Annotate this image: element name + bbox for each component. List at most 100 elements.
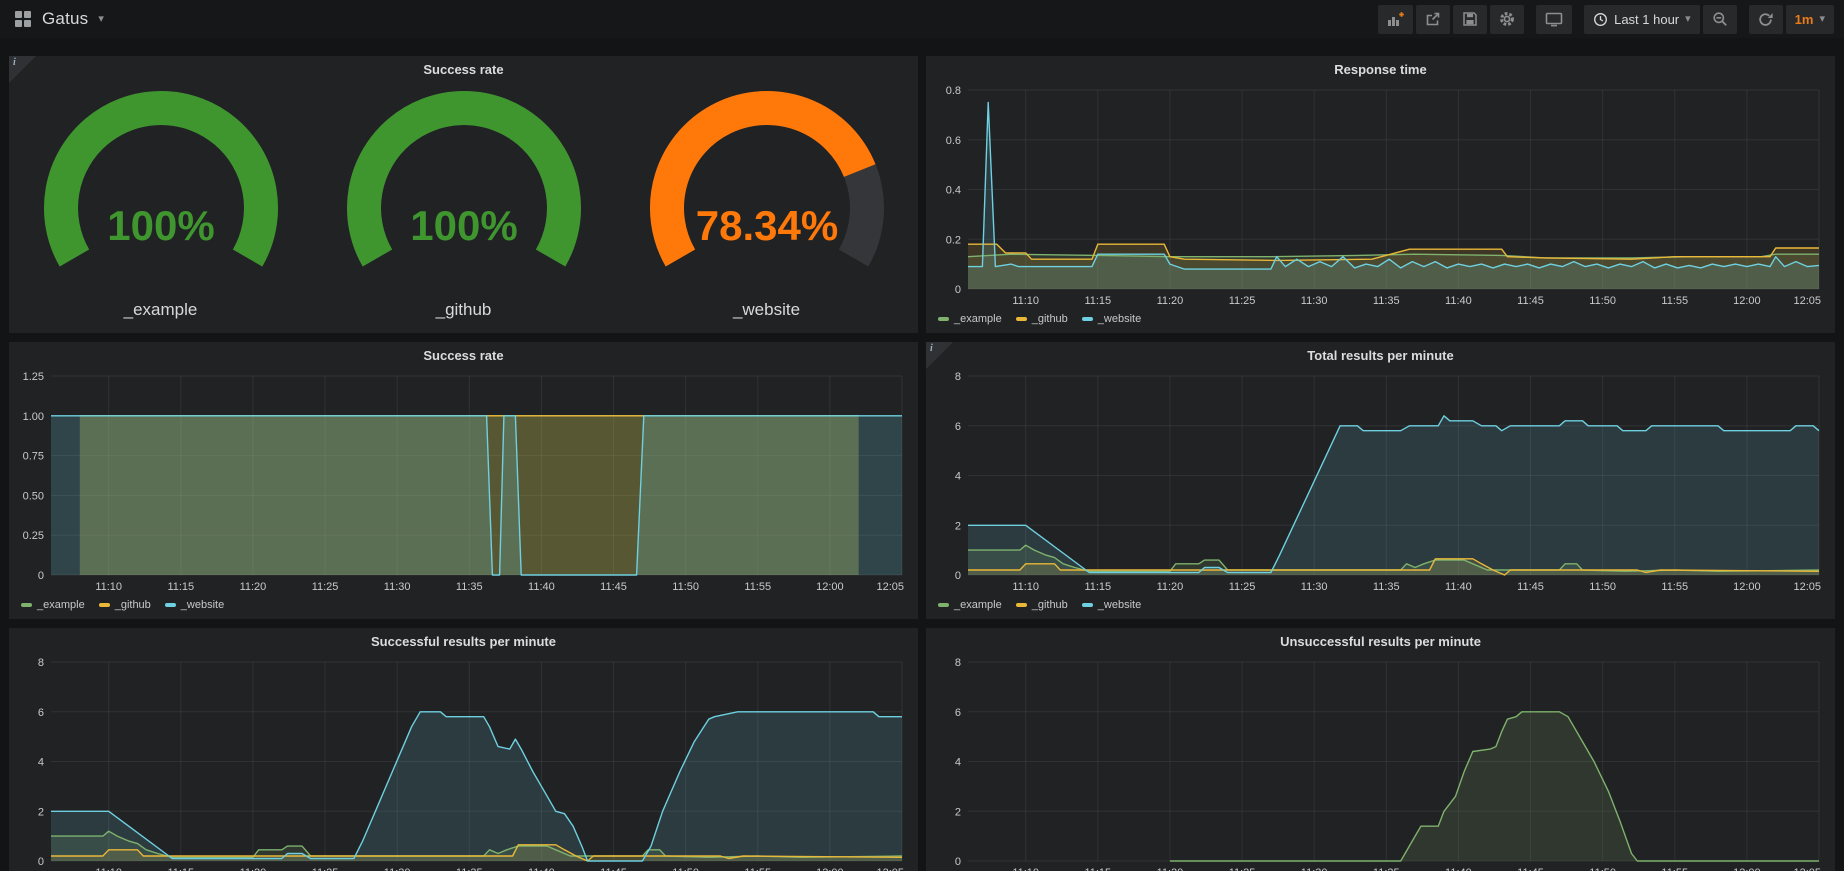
legend-series-name: _example [37, 599, 85, 611]
legend-series-name: _website [1098, 599, 1141, 611]
svg-text:11:10: 11:10 [95, 867, 122, 871]
svg-text:4: 4 [955, 757, 961, 769]
legend: _example _github _website [9, 595, 918, 619]
svg-text:0.6: 0.6 [946, 135, 961, 147]
panel-info-corner[interactable]: i [9, 56, 36, 83]
svg-text:11:20: 11:20 [240, 867, 267, 871]
svg-text:12:05: 12:05 [1793, 581, 1821, 593]
svg-text:11:30: 11:30 [384, 581, 411, 593]
svg-text:1.00: 1.00 [23, 411, 44, 423]
tv-mode-button[interactable] [1536, 5, 1572, 34]
time-range-caret: ▾ [1685, 14, 1691, 25]
gauge-website: 78.34%_website [617, 90, 917, 320]
svg-text:11:35: 11:35 [456, 867, 483, 871]
panel-info-corner[interactable]: i [926, 342, 953, 369]
bar-chart-plus-icon [1387, 11, 1404, 27]
svg-text:2: 2 [955, 806, 961, 818]
svg-text:0: 0 [38, 856, 44, 868]
svg-text:11:45: 11:45 [1517, 295, 1544, 307]
svg-text:12:00: 12:00 [1733, 295, 1761, 307]
panel-response-time: Response time 00.20.40.60.811:1011:1511:… [926, 56, 1835, 333]
legend-item-website[interactable]: _website [1082, 599, 1141, 611]
share-icon [1425, 11, 1441, 27]
zoom-out-button[interactable] [1703, 5, 1737, 34]
legend-swatch [938, 603, 949, 607]
legend-item-example[interactable]: _example [938, 313, 1002, 325]
legend-series-name: _example [954, 313, 1002, 325]
legend: _example _github _website [926, 309, 1835, 333]
panel-title[interactable]: Total results per minute [1307, 348, 1453, 363]
total-results-chart[interactable]: 0246811:1011:1511:2011:2511:3011:3511:40… [926, 368, 1835, 595]
zoom-out-icon [1712, 11, 1728, 27]
svg-text:11:45: 11:45 [1517, 867, 1544, 871]
dashboard-grid: i Success rate 100% _example100% _github 78… [0, 38, 1844, 871]
legend-item-github[interactable]: _github [99, 599, 151, 611]
legend-item-github[interactable]: _github [1016, 599, 1068, 611]
gauge-example: 100% _example [11, 90, 311, 320]
apps-grid-icon[interactable] [14, 10, 32, 28]
gauge-value: 100% [107, 202, 214, 249]
svg-text:0.75: 0.75 [23, 451, 44, 463]
legend-item-website[interactable]: _website [165, 599, 224, 611]
svg-text:11:55: 11:55 [744, 867, 771, 871]
svg-text:11:15: 11:15 [167, 581, 194, 593]
svg-text:6: 6 [955, 707, 961, 719]
refresh-interval-label: 1m [1795, 12, 1814, 27]
legend-item-example[interactable]: _example [938, 599, 1002, 611]
svg-text:11:50: 11:50 [1589, 867, 1616, 871]
unsuccessful-results-chart[interactable]: 0246811:1011:1511:2011:2511:3011:3511:40… [926, 654, 1835, 871]
legend-swatch [1082, 317, 1093, 321]
svg-text:11:15: 11:15 [167, 867, 194, 871]
gauge-arc: 100% [11, 90, 311, 298]
successful-results-chart[interactable]: 0246811:1011:1511:2011:2511:3011:3511:40… [9, 654, 918, 871]
svg-text:8: 8 [955, 657, 961, 669]
legend: _example _github _website [926, 595, 1835, 619]
svg-text:11:40: 11:40 [528, 867, 555, 871]
dashboard-dropdown-caret[interactable]: ▾ [98, 14, 104, 25]
svg-text:11:50: 11:50 [1589, 581, 1616, 593]
monitor-icon [1545, 11, 1563, 27]
panel-title[interactable]: Response time [1334, 62, 1426, 77]
svg-text:11:35: 11:35 [1373, 295, 1400, 307]
svg-text:6: 6 [955, 421, 961, 433]
svg-text:4: 4 [955, 471, 961, 483]
legend-item-example[interactable]: _example [21, 599, 85, 611]
legend-swatch [1016, 317, 1027, 321]
svg-text:1.25: 1.25 [23, 371, 44, 383]
clock-icon [1593, 12, 1608, 27]
response-time-chart[interactable]: 00.20.40.60.811:1011:1511:2011:2511:3011… [926, 82, 1835, 309]
time-range-picker[interactable]: Last 1 hour ▾ [1584, 5, 1700, 34]
share-button[interactable] [1416, 5, 1450, 34]
svg-text:11:35: 11:35 [456, 581, 483, 593]
dashboard-title[interactable]: Gatus [42, 9, 88, 29]
panel-title[interactable]: Unsuccessful results per minute [1280, 634, 1481, 649]
success-rate-chart[interactable]: 00.250.500.751.001.2511:1011:1511:2011:2… [9, 368, 918, 595]
svg-text:11:55: 11:55 [744, 581, 771, 593]
svg-text:0: 0 [955, 856, 961, 868]
legend-series-name: _example [954, 599, 1002, 611]
refresh-interval-picker[interactable]: 1m ▾ [1786, 5, 1834, 34]
panel-successful-results: Successful results per minute 0246811:10… [9, 628, 918, 871]
svg-text:12:05: 12:05 [876, 581, 904, 593]
svg-text:12:05: 12:05 [1793, 295, 1821, 307]
panel-title[interactable]: Success rate [423, 348, 503, 363]
panel-title[interactable]: Successful results per minute [371, 634, 556, 649]
add-panel-button[interactable] [1378, 5, 1413, 34]
settings-button[interactable] [1490, 5, 1524, 34]
svg-text:0: 0 [955, 570, 961, 582]
refresh-button[interactable] [1749, 5, 1783, 34]
svg-text:11:40: 11:40 [528, 581, 555, 593]
svg-text:11:25: 11:25 [1229, 581, 1256, 593]
svg-text:11:45: 11:45 [600, 867, 627, 871]
svg-text:11:35: 11:35 [1373, 867, 1400, 871]
legend-item-github[interactable]: _github [1016, 313, 1068, 325]
svg-text:12:00: 12:00 [1733, 581, 1761, 593]
svg-text:0.50: 0.50 [23, 490, 44, 502]
gauge-label: _github [436, 300, 492, 320]
svg-text:11:50: 11:50 [1589, 295, 1616, 307]
legend-item-website[interactable]: _website [1082, 313, 1141, 325]
panel-title[interactable]: Success rate [423, 62, 503, 77]
save-button[interactable] [1453, 5, 1487, 34]
svg-text:11:55: 11:55 [1661, 295, 1688, 307]
gauge-label: _example [124, 300, 198, 320]
